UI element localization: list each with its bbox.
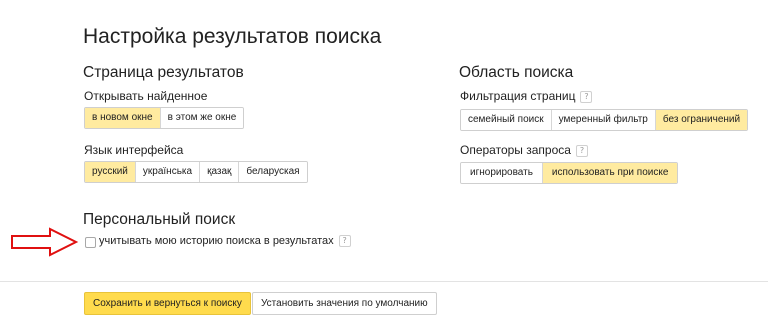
results-page-title: Страница результатов — [83, 64, 244, 81]
use-operators-option[interactable]: использовать при поиске — [542, 163, 678, 183]
search-history-checkbox[interactable] — [85, 237, 96, 248]
page-title: Настройка результатов поиска — [83, 25, 382, 48]
save-and-return-button[interactable]: Сохранить и вернуться к поиску — [84, 292, 251, 315]
query-operators-label-row: Операторы запроса? — [460, 143, 588, 157]
no-restrictions-option[interactable]: без ограничений — [655, 110, 748, 130]
ignore-operators-option[interactable]: игнорировать — [461, 163, 543, 183]
lang-ukrainian-option[interactable]: українська — [135, 162, 201, 182]
page-filter-label-row: Фильтрация страниц? — [460, 89, 593, 103]
search-area-title: Область поиска — [459, 64, 574, 81]
search-history-label[interactable]: учитывать мою историю поиска в результат… — [99, 235, 334, 247]
help-icon[interactable]: ? — [338, 235, 351, 247]
lang-russian-option[interactable]: русский — [85, 162, 136, 182]
search-history-label-row: учитывать мою историю поиска в результат… — [99, 235, 351, 247]
interface-language-label: Язык интерфейса — [84, 143, 184, 157]
help-icon[interactable]: ? — [575, 145, 588, 157]
family-search-option[interactable]: семейный поиск — [461, 110, 552, 130]
personal-search-title: Персональный поиск — [83, 211, 236, 228]
red-arrow-annotation-icon — [11, 227, 79, 257]
footer-divider — [0, 281, 768, 282]
moderate-filter-option[interactable]: умеренный фильтр — [551, 110, 656, 130]
open-found-label: Открывать найденное — [84, 89, 208, 103]
page-filter-selector: семейный поиск умеренный фильтр без огра… — [460, 109, 749, 131]
help-icon[interactable]: ? — [580, 91, 593, 103]
page-filter-label: Фильтрация страниц — [460, 89, 576, 103]
query-operators-label: Операторы запроса — [460, 143, 571, 157]
lang-kazakh-option[interactable]: қазақ — [200, 162, 240, 182]
query-operators-selector: игнорировать использовать при поиске — [460, 162, 679, 184]
open-new-window-option[interactable]: в новом окне — [85, 108, 161, 128]
interface-language-selector: русский українська қазақ беларуская — [84, 161, 308, 183]
set-defaults-button[interactable]: Установить значения по умолчанию — [252, 292, 437, 315]
open-same-window-option[interactable]: в этом же окне — [160, 108, 244, 128]
open-found-selector: в новом окне в этом же окне — [84, 107, 245, 129]
lang-belarusian-option[interactable]: беларуская — [239, 162, 307, 182]
